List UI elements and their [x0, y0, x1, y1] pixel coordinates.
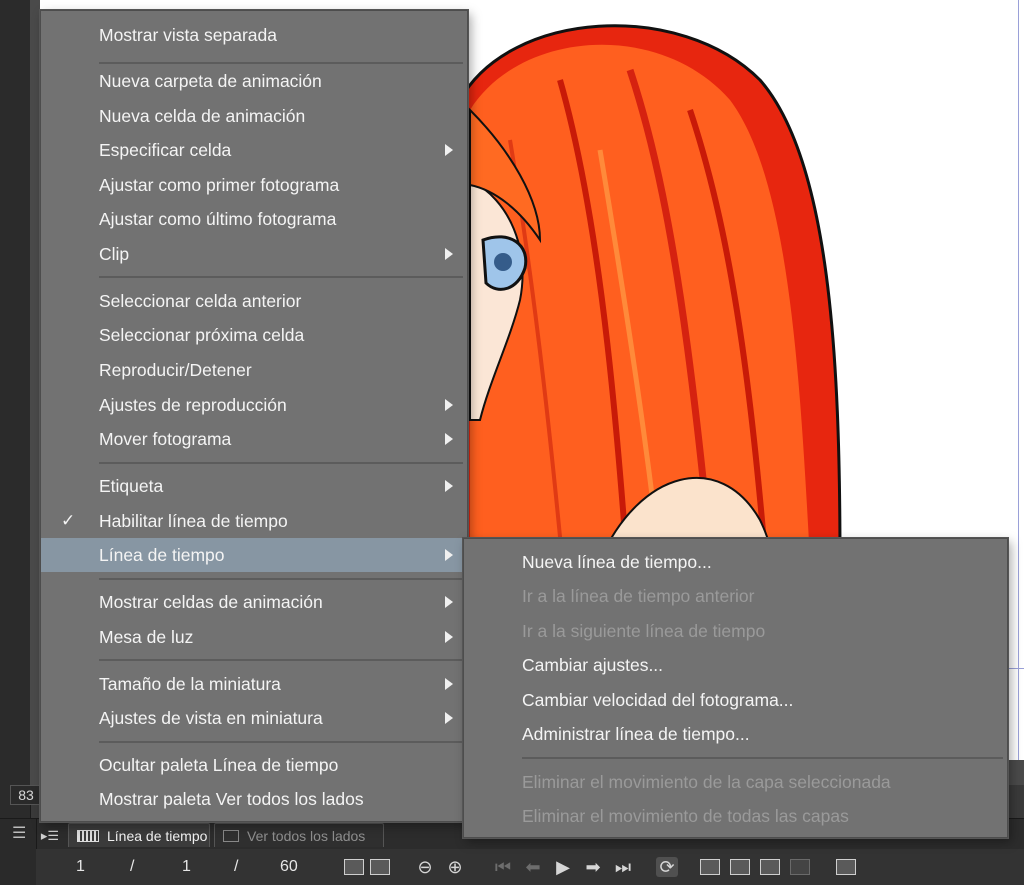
menu-item-select-previous-cel[interactable]: Seleccionar celda anterior: [41, 284, 467, 318]
submenu-arrow-icon: [445, 678, 453, 690]
menu-item-show-split-view[interactable]: Mostrar vista separada: [41, 18, 467, 52]
timeline-submenu: Nueva línea de tiempo... Ir a la línea d…: [463, 538, 1008, 838]
submenu-item-remove-selected-layer-motion[interactable]: Eliminar el movimiento de la capa selecc…: [464, 765, 1007, 799]
zoom-out-icon[interactable]: ⊖: [414, 857, 436, 877]
timeline-icon: [77, 830, 99, 842]
light-table-icon[interactable]: [730, 859, 750, 875]
submenu-arrow-icon: [445, 144, 453, 156]
tab-view-all-sides-label: Ver todos los lados: [247, 828, 366, 844]
hamburger-icon: ☰: [12, 825, 27, 842]
submenu-item-remove-all-layers-motion[interactable]: Eliminar el movimiento de todas las capa…: [464, 799, 1007, 833]
show-all-sides-icon[interactable]: [836, 859, 856, 875]
tab-timeline[interactable]: Línea de tiempo: [68, 823, 210, 847]
app-window: 83 ☰ ▸☰ Línea de tiempo Ver todos los la…: [0, 0, 1024, 885]
tab-timeline-label: Línea de tiempo: [107, 828, 208, 844]
menu-item-timeline[interactable]: Línea de tiempo: [41, 538, 467, 572]
submenu-arrow-icon: [445, 549, 453, 561]
zoom-in-icon[interactable]: ⊕: [444, 857, 466, 877]
camera-icon: [223, 830, 239, 842]
menu-divider: [99, 276, 463, 278]
submenu-arrow-icon: [445, 480, 453, 492]
onion-skin-icon[interactable]: [700, 859, 720, 875]
current-cell: 1: [182, 858, 191, 875]
previous-frame-icon[interactable]: ⬅: [522, 857, 544, 877]
menu-item-thumbnail-size[interactable]: Tamaño de la miniatura: [41, 667, 467, 701]
menu-divider: [99, 659, 463, 661]
menu-item-new-animation-folder[interactable]: Nueva carpeta de animación: [41, 64, 467, 98]
submenu-arrow-icon: [445, 631, 453, 643]
menu-item-hide-timeline-palette[interactable]: Ocultar paleta Línea de tiempo: [41, 748, 467, 782]
menu-item-light-table[interactable]: Mesa de luz: [41, 620, 467, 654]
total-frames: 60: [280, 858, 298, 875]
menu-item-set-last-frame[interactable]: Ajustar como último fotograma: [41, 202, 467, 236]
current-frame: 1: [76, 858, 85, 875]
submenu-arrow-icon: [445, 399, 453, 411]
timeline-context-menu: Mostrar vista separada Nueva carpeta de …: [40, 10, 468, 822]
menu-item-specify-cel[interactable]: Especificar celda: [41, 133, 467, 167]
last-frame-icon[interactable]: ⏭: [612, 857, 634, 877]
frame-separator: /: [130, 858, 135, 875]
clear-cel-icon[interactable]: [790, 859, 810, 875]
menu-item-show-all-sides-palette[interactable]: Mostrar paleta Ver todos los lados: [41, 782, 467, 816]
menu-item-enable-timeline[interactable]: ✓ Habilitar línea de tiempo: [41, 504, 467, 538]
loop-playback-icon[interactable]: ⟳: [656, 857, 678, 877]
new-animation-cel-icon[interactable]: [370, 859, 390, 875]
new-animation-folder-icon[interactable]: [344, 859, 364, 875]
frame-separator: /: [234, 858, 239, 875]
menu-divider: [99, 578, 463, 580]
submenu-item-next-timeline[interactable]: Ir a la siguiente línea de tiempo: [464, 614, 1007, 648]
menu-item-playback-settings[interactable]: Ajustes de reproducción: [41, 388, 467, 422]
zoom-readout: 83: [10, 785, 42, 805]
menu-item-move-frame[interactable]: Mover fotograma: [41, 422, 467, 456]
menu-item-new-animation-cel[interactable]: Nueva celda de animación: [41, 99, 467, 133]
menu-item-play-stop[interactable]: Reproducir/Detener: [41, 353, 467, 387]
menu-divider: [99, 462, 463, 464]
submenu-arrow-icon: [445, 712, 453, 724]
submenu-item-change-frame-rate[interactable]: Cambiar velocidad del fotograma...: [464, 683, 1007, 717]
submenu-item-manage-timeline[interactable]: Administrar línea de tiempo...: [464, 717, 1007, 751]
play-icon[interactable]: ▶: [552, 857, 574, 877]
first-frame-icon[interactable]: ⏮: [492, 857, 514, 877]
guide-line-vertical: [1018, 0, 1019, 760]
timeline-toolbar: 1 / 1 / 60 ⊖ ⊕ ⏮ ⬅ ▶ ➡ ⏭ ⟳: [36, 849, 1024, 885]
menu-item-set-first-frame[interactable]: Ajustar como primer fotograma: [41, 168, 467, 202]
specify-cel-icon[interactable]: [760, 859, 780, 875]
tab-view-all-sides[interactable]: Ver todos los lados: [214, 823, 384, 847]
submenu-item-previous-timeline[interactable]: Ir a la línea de tiempo anterior: [464, 579, 1007, 613]
submenu-arrow-icon: [445, 433, 453, 445]
tab-list-toggle-icon[interactable]: ▸☰: [36, 825, 64, 847]
submenu-arrow-icon: [445, 248, 453, 260]
submenu-item-change-settings[interactable]: Cambiar ajustes...: [464, 648, 1007, 682]
menu-item-thumbnail-view-settings[interactable]: Ajustes de vista en miniatura: [41, 701, 467, 735]
left-toolbar-strip: [0, 0, 31, 820]
menu-item-show-animation-cels[interactable]: Mostrar celdas de animación: [41, 585, 467, 619]
menu-item-select-next-cel[interactable]: Seleccionar próxima celda: [41, 318, 467, 352]
submenu-arrow-icon: [445, 596, 453, 608]
checkmark-icon: ✓: [61, 511, 76, 530]
panel-menu-button[interactable]: ☰: [0, 819, 37, 885]
menu-item-label[interactable]: Etiqueta: [41, 469, 467, 503]
menu-divider: [522, 757, 1003, 759]
menu-divider: [99, 741, 463, 743]
next-frame-icon[interactable]: ➡: [582, 857, 604, 877]
menu-item-clip[interactable]: Clip: [41, 237, 467, 271]
submenu-item-new-timeline[interactable]: Nueva línea de tiempo...: [464, 545, 1007, 579]
